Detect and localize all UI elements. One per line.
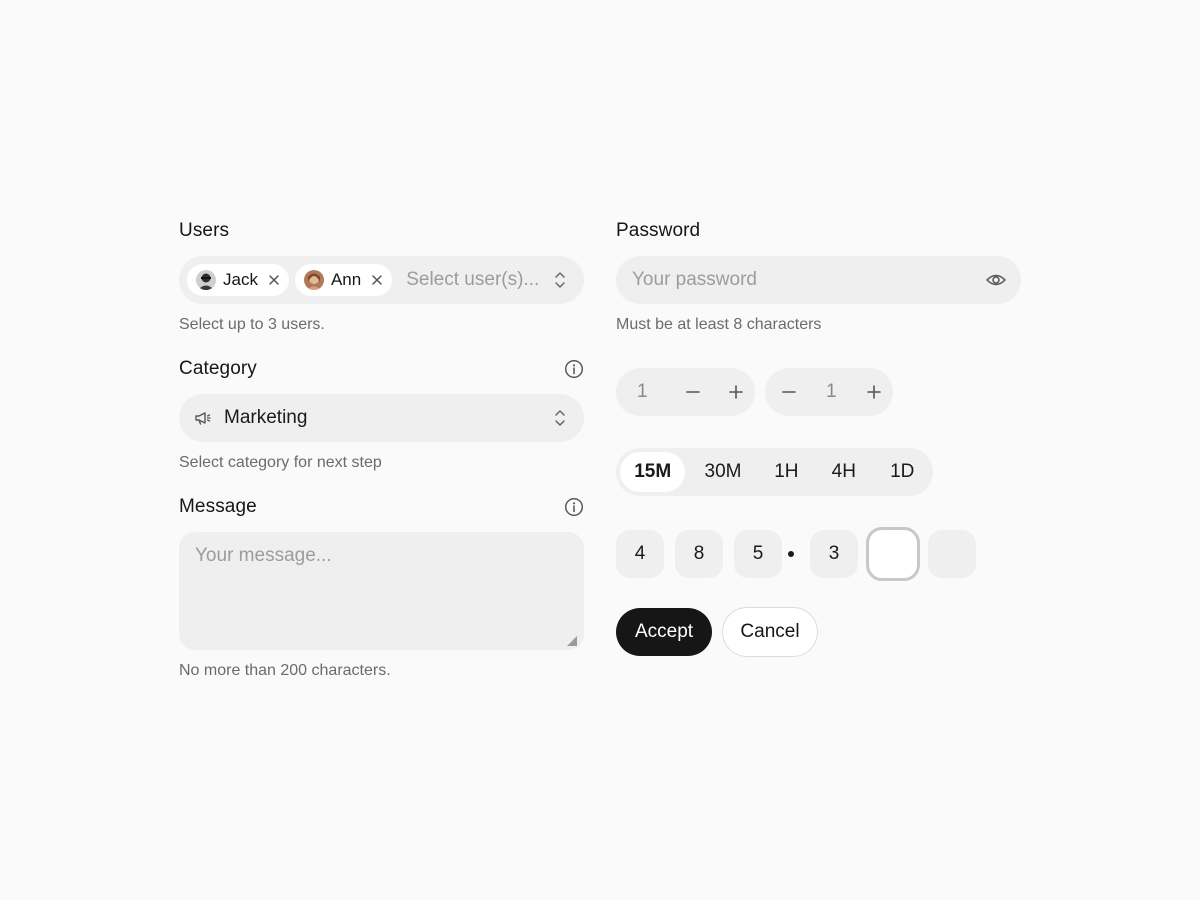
- steppers: 1 1: [616, 368, 893, 416]
- users-label-row: Users: [179, 218, 584, 244]
- accept-button[interactable]: Accept: [616, 608, 712, 656]
- plus-icon[interactable]: [727, 383, 745, 401]
- category-label-row: Category: [179, 356, 584, 382]
- category-value: Marketing: [224, 407, 308, 428]
- avatar: [303, 270, 324, 290]
- chip-label: Jack: [223, 270, 258, 289]
- stepper-value[interactable]: 1: [637, 381, 648, 403]
- category-select[interactable]: Marketing: [179, 394, 584, 442]
- number-stepper: 1: [616, 368, 755, 416]
- password-label-row: Password: [616, 218, 1021, 244]
- plus-icon[interactable]: [865, 383, 883, 401]
- password-label: Password: [616, 220, 701, 241]
- password-hint: Must be at least 8 characters: [616, 316, 822, 333]
- action-buttons: Accept Cancel: [616, 607, 818, 657]
- info-icon[interactable]: [564, 359, 584, 379]
- pin-digit[interactable]: 3: [810, 530, 858, 578]
- time-range-segmented-control: 15M 30M 1H 4H 1D: [616, 448, 933, 496]
- pin-digit[interactable]: [928, 530, 976, 578]
- remove-chip-icon[interactable]: [268, 274, 280, 286]
- category-label: Category: [179, 358, 257, 379]
- number-stepper: 1: [765, 368, 893, 416]
- pin-digit[interactable]: 5: [734, 530, 782, 578]
- segment-4h[interactable]: 4H: [812, 452, 875, 492]
- chevron-up-down-icon: [554, 409, 566, 427]
- minus-icon[interactable]: [780, 383, 798, 401]
- right-column: Password Your password Must be at least …: [616, 218, 1021, 657]
- password-placeholder: Your password: [632, 269, 757, 290]
- pin-digit-focused[interactable]: [866, 527, 920, 581]
- segment-15m[interactable]: 15M: [620, 452, 686, 492]
- users-label: Users: [179, 220, 230, 241]
- message-hint: No more than 200 characters.: [179, 662, 391, 679]
- password-input[interactable]: Your password: [616, 256, 1021, 304]
- pin-digit[interactable]: 8: [675, 530, 723, 578]
- user-chip-jack: Jack: [187, 264, 289, 296]
- chevron-up-down-icon: [554, 271, 566, 289]
- eye-icon[interactable]: [985, 269, 1007, 291]
- message-label-row: Message: [179, 494, 584, 520]
- pin-separator: [788, 551, 794, 557]
- users-multiselect[interactable]: Jack Ann Select user(s)...: [179, 256, 584, 304]
- pin-digit[interactable]: 4: [616, 530, 664, 578]
- chip-label: Ann: [330, 270, 362, 289]
- segment-30m[interactable]: 30M: [685, 452, 760, 492]
- remove-chip-icon[interactable]: [371, 274, 383, 286]
- category-hint: Select category for next step: [179, 454, 382, 471]
- minus-icon[interactable]: [684, 383, 702, 401]
- info-icon[interactable]: [564, 497, 584, 517]
- segment-1d[interactable]: 1D: [876, 452, 929, 492]
- stepper-value[interactable]: 1: [826, 381, 837, 403]
- message-textarea[interactable]: Your message...: [179, 532, 584, 650]
- left-column: Users Jack Ann Select user(s)... Select …: [179, 218, 584, 682]
- users-placeholder: Select user(s)...: [406, 269, 540, 290]
- message-placeholder: Your message...: [195, 545, 332, 566]
- cancel-button[interactable]: Cancel: [722, 607, 818, 657]
- megaphone-icon: [194, 409, 212, 427]
- resize-handle-icon[interactable]: [567, 633, 577, 646]
- users-hint: Select up to 3 users.: [179, 316, 325, 333]
- message-label: Message: [179, 496, 257, 517]
- avatar: [196, 270, 216, 290]
- user-chip-ann: Ann: [294, 264, 393, 296]
- pin-input: 4 8 5 3: [616, 527, 987, 581]
- segment-1h[interactable]: 1H: [761, 452, 813, 492]
